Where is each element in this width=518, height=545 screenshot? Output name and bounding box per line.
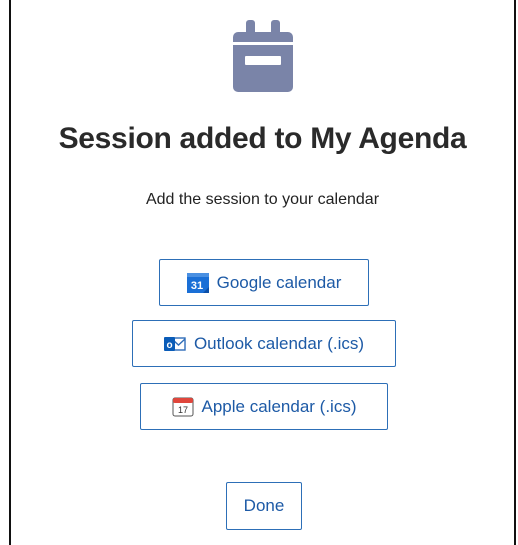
apple-calendar-icon-text: 17 (178, 405, 188, 415)
apple-calendar-label: Apple calendar (.ics) (201, 396, 357, 416)
apple-calendar-button[interactable]: 17 Apple calendar (.ics) (140, 383, 388, 430)
calendar-icon (233, 20, 293, 92)
outlook-calendar-label: Outlook calendar (.ics) (193, 333, 365, 353)
dialog-title: Session added to My Agenda (58, 122, 467, 155)
done-button[interactable]: Done (226, 482, 302, 530)
google-calendar-icon: 31 (186, 272, 209, 293)
apple-calendar-icon: 17 (172, 397, 194, 416)
dialog-subtitle: Add the session to your calendar (145, 191, 380, 208)
outlook-icon: o (163, 336, 186, 351)
google-calendar-button[interactable]: 31 Google calendar (159, 259, 369, 306)
google-calendar-icon-text: 31 (190, 280, 202, 292)
outlook-icon-text: o (166, 340, 172, 351)
google-calendar-label: Google calendar (216, 272, 342, 292)
add-to-calendar-dialog: Session added to My Agenda Add the sessi… (9, 0, 516, 545)
outlook-calendar-button[interactable]: o Outlook calendar (.ics) (132, 320, 396, 367)
